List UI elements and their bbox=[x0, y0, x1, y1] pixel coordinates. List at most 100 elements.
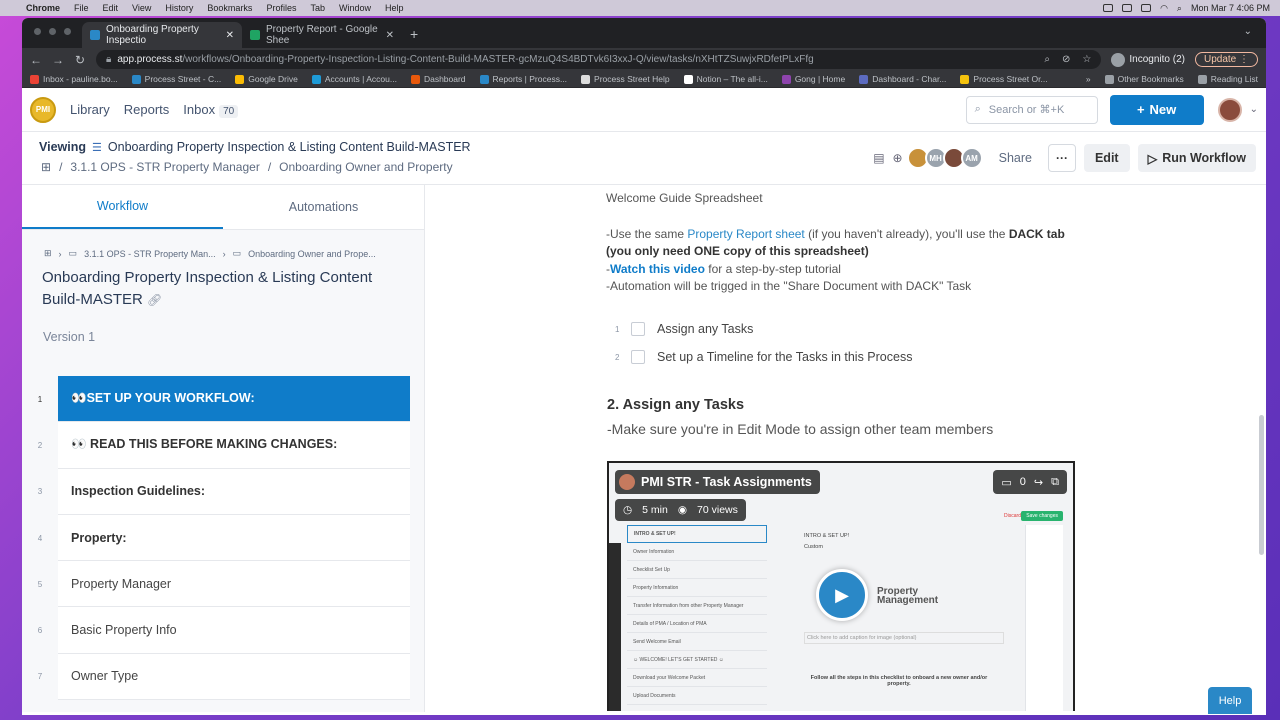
bookmark-label: Process Street Help bbox=[594, 74, 670, 84]
bookmark-item[interactable]: Process Street Help bbox=[581, 74, 670, 84]
link-icon[interactable]: 🔗︎ bbox=[147, 293, 162, 307]
search-input[interactable]: ⌕ Search or ⌘+K bbox=[965, 95, 1098, 124]
close-tab-icon[interactable]: ✕ bbox=[386, 30, 394, 41]
bookmark-item[interactable]: Dashboard bbox=[410, 74, 466, 84]
document-icon[interactable]: ▤ bbox=[873, 151, 884, 165]
bookmark-item[interactable]: Google Drive bbox=[235, 74, 298, 84]
back-icon[interactable]: ← bbox=[30, 53, 42, 67]
avatar: AM bbox=[960, 147, 983, 169]
zoom-window-button[interactable] bbox=[64, 28, 71, 35]
minimize-window-button[interactable] bbox=[49, 28, 56, 35]
wifi-icon[interactable]: ◠ bbox=[1160, 3, 1168, 14]
nav-reports[interactable]: Reports bbox=[124, 102, 170, 117]
bookmark-item[interactable]: Notion – The all-i... bbox=[683, 74, 768, 84]
menu-file[interactable]: File bbox=[74, 3, 89, 13]
globe-icon[interactable]: ⊕ bbox=[893, 151, 903, 165]
bookmark-item[interactable]: Reports | Process... bbox=[479, 74, 567, 84]
bookmark-item[interactable]: Accounts | Accou... bbox=[311, 74, 397, 84]
close-window-button[interactable] bbox=[34, 28, 41, 35]
bookmark-item[interactable]: Process Street Or... bbox=[960, 74, 1048, 84]
task-item[interactable]: 4 Property: bbox=[22, 514, 425, 562]
menu-tab[interactable]: Tab bbox=[310, 3, 325, 13]
edit-button[interactable]: Edit bbox=[1083, 144, 1130, 172]
screen-icon[interactable] bbox=[1122, 4, 1133, 12]
share-icon[interactable]: ↪ bbox=[1034, 476, 1043, 489]
video-embed[interactable]: INTRO & SET UP! Owner Information Checkl… bbox=[607, 461, 1075, 711]
incognito-indicator[interactable]: Incognito (2) bbox=[1111, 52, 1185, 67]
more-bookmarks-icon[interactable]: » bbox=[1086, 74, 1091, 84]
scrollbar[interactable] bbox=[1259, 415, 1264, 555]
star-icon[interactable]: ☆ bbox=[1082, 54, 1091, 65]
checkbox[interactable] bbox=[631, 322, 645, 336]
search-icon[interactable]: ⌕ bbox=[1177, 3, 1182, 14]
menu-profiles[interactable]: Profiles bbox=[266, 3, 296, 13]
share-button[interactable]: Share bbox=[999, 151, 1032, 165]
folder-tree-icon[interactable]: ⊞ bbox=[44, 248, 52, 259]
external-link-icon[interactable]: ⧉ bbox=[1051, 476, 1059, 489]
browser-tab-onboarding[interactable]: Onboarding Property Inspectio ✕ bbox=[82, 22, 242, 48]
battery-icon[interactable] bbox=[1141, 4, 1152, 12]
update-button[interactable]: Update ⋮ bbox=[1194, 52, 1258, 67]
video-title-bar[interactable]: PMI STR - Task Assignments bbox=[615, 470, 820, 494]
workflow-title[interactable]: Onboarding Property Inspection & Listing… bbox=[108, 140, 471, 154]
clock[interactable]: Mon Mar 7 4:06 PM bbox=[1191, 3, 1270, 13]
nav-library[interactable]: Library bbox=[70, 102, 110, 117]
menu-history[interactable]: History bbox=[165, 3, 193, 13]
bookmark-item[interactable]: Process Street - C... bbox=[131, 74, 221, 84]
zoom-icon[interactable]: ⌕ bbox=[1044, 54, 1050, 65]
task-item[interactable]: 5 Property Manager bbox=[22, 561, 425, 608]
menu-help[interactable]: Help bbox=[385, 3, 404, 13]
eye-off-icon[interactable]: ⊘ bbox=[1062, 54, 1070, 65]
task-item[interactable]: 2 👀 READ THIS BEFORE MAKING CHANGES: bbox=[22, 422, 425, 469]
video-list-item: Transfer Information from other Property… bbox=[627, 597, 767, 615]
assignee-avatars[interactable]: MH AM bbox=[906, 147, 983, 169]
task-item[interactable]: 1 👀SET UP YOUR WORKFLOW: bbox=[22, 376, 425, 423]
forward-icon[interactable]: → bbox=[52, 53, 64, 67]
property-report-link[interactable]: Property Report sheet bbox=[687, 227, 804, 241]
breadcrumb-item[interactable]: 3.1.1 OPS - STR Property Manager bbox=[70, 160, 259, 174]
folder-tree-icon[interactable]: ⊞ bbox=[41, 160, 51, 174]
breadcrumb-item[interactable]: Onboarding Owner and Prope... bbox=[248, 249, 376, 259]
bookmark-item[interactable]: Inbox - pauline.bo... bbox=[30, 74, 118, 84]
tab-workflow[interactable]: Workflow bbox=[22, 185, 223, 229]
status-icon[interactable] bbox=[1103, 4, 1114, 12]
menu-edit[interactable]: Edit bbox=[103, 3, 119, 13]
checkbox[interactable] bbox=[631, 350, 645, 364]
tab-automations[interactable]: Automations bbox=[223, 185, 424, 229]
reading-list[interactable]: Reading List bbox=[1197, 74, 1258, 84]
breadcrumb-item[interactable]: 3.1.1 OPS - STR Property Man... bbox=[84, 249, 216, 259]
new-button[interactable]: + New bbox=[1109, 94, 1204, 125]
nav-inbox[interactable]: Inbox 70 bbox=[183, 102, 239, 118]
watch-video-link[interactable]: Watch this video bbox=[610, 262, 705, 276]
menu-app[interactable]: Chrome bbox=[26, 3, 60, 13]
reload-icon[interactable]: ↻ bbox=[74, 53, 86, 67]
bookmark-item[interactable]: Dashboard - Char... bbox=[859, 74, 946, 84]
menu-window[interactable]: Window bbox=[339, 3, 371, 13]
close-tab-icon[interactable]: ✕ bbox=[226, 30, 234, 41]
task-item[interactable]: 3 Inspection Guidelines: bbox=[22, 468, 425, 515]
process-street-icon bbox=[131, 74, 141, 84]
comment-icon[interactable]: ▭ bbox=[1001, 476, 1011, 489]
chevron-down-icon[interactable]: ⌄ bbox=[1250, 104, 1258, 115]
play-icon[interactable]: ▶ bbox=[816, 569, 868, 621]
browser-tab-property-report[interactable]: Property Report - Google Shee ✕ bbox=[242, 22, 402, 48]
task-item[interactable]: 7 Owner Type bbox=[22, 653, 425, 701]
more-options-button[interactable]: ··· bbox=[1047, 144, 1076, 172]
bookmark-item[interactable]: Gong | Home bbox=[781, 74, 845, 84]
help-button[interactable]: Help bbox=[1208, 687, 1252, 714]
new-button-label: New bbox=[1149, 102, 1177, 117]
checklist-item[interactable]: 1 Assign any Tasks bbox=[615, 322, 753, 336]
task-number: 4 bbox=[37, 533, 43, 543]
checklist-item[interactable]: 2 Set up a Timeline for the Tasks in thi… bbox=[615, 350, 912, 364]
new-tab-icon[interactable]: + bbox=[410, 22, 418, 48]
user-avatar[interactable] bbox=[1217, 97, 1242, 122]
menu-bookmarks[interactable]: Bookmarks bbox=[207, 3, 252, 13]
url-field[interactable]: 🔒︎ app.process.st/workflows/Onboarding-P… bbox=[96, 50, 1102, 69]
company-logo[interactable]: PMI bbox=[30, 96, 56, 123]
menu-view[interactable]: View bbox=[132, 3, 151, 13]
tab-search-icon[interactable]: ⌄ bbox=[1244, 26, 1252, 37]
breadcrumb-item[interactable]: Onboarding Owner and Property bbox=[279, 160, 452, 174]
run-workflow-button[interactable]: ▷ Run Workflow bbox=[1137, 144, 1256, 172]
task-item[interactable]: 6 Basic Property Info bbox=[22, 607, 425, 654]
other-bookmarks[interactable]: Other Bookmarks bbox=[1104, 74, 1184, 84]
